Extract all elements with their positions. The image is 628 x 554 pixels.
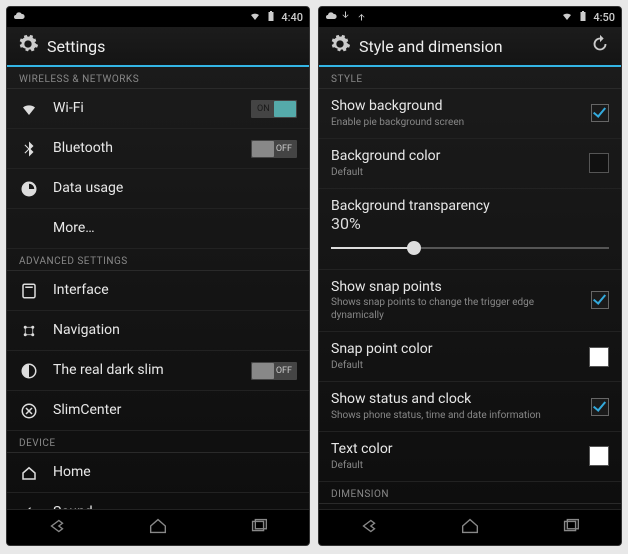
label: Text color bbox=[331, 441, 575, 458]
navigation-icon bbox=[19, 321, 39, 341]
label: Background transparency bbox=[331, 198, 490, 214]
sublabel: Shows phone status, time and date inform… bbox=[331, 409, 577, 422]
bluetooth-icon bbox=[19, 139, 39, 159]
label: Home bbox=[53, 464, 297, 481]
clock-text: 4:50 bbox=[593, 11, 615, 24]
back-button[interactable] bbox=[46, 515, 68, 541]
label: Show background bbox=[331, 98, 577, 115]
label: Snap point color bbox=[331, 341, 575, 358]
settings-list[interactable]: WIRELESS & NETWORKS Wi-Fi ON Bluetooth OFF Da… bbox=[7, 67, 309, 509]
label: More… bbox=[53, 220, 297, 237]
row-home[interactable]: Home bbox=[7, 453, 309, 493]
upload-icon bbox=[355, 10, 367, 25]
recent-button[interactable] bbox=[248, 515, 270, 541]
status-bar: 4:50 bbox=[319, 7, 621, 27]
row-text-color[interactable]: Text color Default bbox=[319, 432, 621, 482]
section-dimension: DIMENSION bbox=[319, 482, 621, 504]
back-button[interactable] bbox=[358, 515, 380, 541]
checkbox[interactable] bbox=[591, 291, 609, 309]
sublabel: Default bbox=[331, 166, 575, 179]
download-icon bbox=[340, 10, 352, 25]
interface-icon bbox=[19, 281, 39, 301]
label: Show status and clock bbox=[331, 391, 577, 408]
checkbox[interactable] bbox=[591, 398, 609, 416]
cloud-icon bbox=[325, 10, 337, 25]
wifi-icon bbox=[249, 10, 261, 25]
nav-bar bbox=[7, 509, 309, 545]
row-sound[interactable]: Sound bbox=[7, 493, 309, 509]
nav-bar bbox=[319, 509, 621, 545]
settings-list[interactable]: STYLE Show background Enable pie backgro… bbox=[319, 67, 621, 509]
row-interface[interactable]: Interface bbox=[7, 271, 309, 311]
row-bluetooth[interactable]: Bluetooth OFF bbox=[7, 129, 309, 169]
sublabel: Enable pie background screen bbox=[331, 116, 577, 129]
sublabel: Shows snap points to change the trigger … bbox=[331, 296, 577, 322]
wifi-icon bbox=[561, 10, 573, 25]
wifi-icon bbox=[19, 99, 39, 119]
row-wifi[interactable]: Wi-Fi ON bbox=[7, 89, 309, 129]
row-background-transparency[interactable]: Background transparency 30% bbox=[319, 189, 621, 270]
recent-button[interactable] bbox=[560, 515, 582, 541]
checkbox[interactable] bbox=[591, 104, 609, 122]
title-bar: Settings bbox=[7, 27, 309, 67]
phone-left: 4:40 Settings WIRELESS & NETWORKS Wi-Fi ON… bbox=[6, 6, 310, 546]
row-snap-color[interactable]: Snap point color Default bbox=[319, 332, 621, 382]
row-show-background[interactable]: Show background Enable pie background sc… bbox=[319, 89, 621, 139]
color-swatch[interactable] bbox=[589, 347, 609, 367]
label: Background color bbox=[331, 148, 575, 165]
row-navigation[interactable]: Navigation bbox=[7, 311, 309, 351]
sublabel: Default bbox=[331, 359, 575, 372]
phone-right: 4:50 Style and dimension STYLE Show back… bbox=[318, 6, 622, 546]
section-header: ADVANCED SETTINGS bbox=[7, 249, 309, 271]
page-title: Style and dimension bbox=[359, 37, 581, 56]
data-icon bbox=[19, 179, 39, 199]
row-more[interactable]: More… bbox=[7, 209, 309, 249]
home-icon bbox=[19, 463, 39, 483]
toggle[interactable]: ON bbox=[251, 100, 297, 118]
row-background-color[interactable]: Background color Default bbox=[319, 139, 621, 189]
clock-text: 4:40 bbox=[281, 11, 303, 24]
row-data-usage[interactable]: Data usage bbox=[7, 169, 309, 209]
row-show-snap[interactable]: Show snap points Shows snap points to ch… bbox=[319, 270, 621, 333]
gear-icon bbox=[17, 33, 39, 59]
transparency-slider[interactable] bbox=[331, 237, 609, 259]
label: Show snap points bbox=[331, 279, 577, 296]
label: Data usage bbox=[53, 180, 297, 197]
toggle[interactable]: OFF bbox=[251, 362, 297, 380]
home-button[interactable] bbox=[459, 515, 481, 541]
battery-icon bbox=[265, 10, 277, 25]
label: SlimCenter bbox=[53, 402, 297, 419]
section-header: WIRELESS & NETWORKS bbox=[7, 67, 309, 89]
color-swatch[interactable] bbox=[589, 446, 609, 466]
toggle[interactable]: OFF bbox=[251, 140, 297, 158]
restore-icon[interactable] bbox=[589, 33, 611, 59]
sublabel: 30% bbox=[331, 214, 609, 233]
row-slimcenter[interactable]: SlimCenter bbox=[7, 391, 309, 431]
sublabel: Default bbox=[331, 459, 575, 472]
home-button[interactable] bbox=[147, 515, 169, 541]
color-swatch[interactable] bbox=[589, 153, 609, 173]
label: Bluetooth bbox=[53, 140, 237, 157]
label: The real dark slim bbox=[53, 362, 237, 379]
section-header: DEVICE bbox=[7, 431, 309, 453]
row-dark-slim[interactable]: The real dark slim OFF bbox=[7, 351, 309, 391]
row-show-status[interactable]: Show status and clock Shows phone status… bbox=[319, 382, 621, 432]
label: Wi-Fi bbox=[53, 100, 237, 117]
title-bar: Style and dimension bbox=[319, 27, 621, 67]
darkslim-icon bbox=[19, 361, 39, 381]
slimcenter-icon bbox=[19, 401, 39, 421]
cloud-icon bbox=[13, 10, 25, 25]
page-title: Settings bbox=[47, 37, 299, 56]
section-style: STYLE bbox=[319, 67, 621, 89]
battery-icon bbox=[577, 10, 589, 25]
label: Navigation bbox=[53, 322, 297, 339]
label: Interface bbox=[53, 282, 297, 299]
gear-icon bbox=[329, 33, 351, 59]
status-bar: 4:40 bbox=[7, 7, 309, 27]
